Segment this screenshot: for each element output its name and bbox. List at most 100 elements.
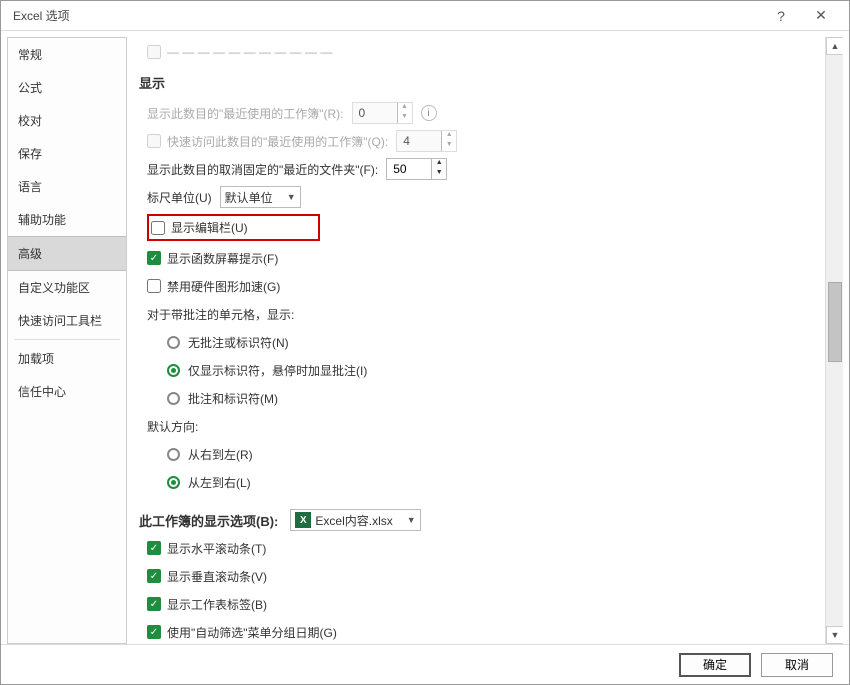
row-autofilter-dates: ✓ 使用"自动筛选"菜单分组日期(G): [147, 621, 813, 643]
options-dialog: Excel 选项 ? ✕ 常规 公式 校对 保存 语言 辅助功能 高级 自定义功…: [0, 0, 850, 685]
workbook-display-header-row: 此工作簿的显示选项(B): X Excel内容.xlsx ▼: [139, 509, 813, 531]
scroll-thumb[interactable]: [828, 282, 842, 362]
row-hscroll: ✓ 显示水平滚动条(T): [147, 537, 813, 559]
row-quick-access-recent: 快速访问此数目的"最近使用的工作簿"(Q): ▲▼: [147, 130, 813, 152]
spinner-up-icon[interactable]: ▲: [432, 159, 446, 169]
func-tooltip-checkbox[interactable]: ✓: [147, 251, 161, 265]
comments-header: 对于带批注的单元格，显示:: [147, 303, 813, 325]
sidebar-separator: [14, 339, 120, 340]
sidebar: 常规 公式 校对 保存 语言 辅助功能 高级 自定义功能区 快速访问工具栏 加载…: [7, 37, 127, 644]
chevron-down-icon: ▼: [287, 192, 296, 202]
spinner-down-icon: ▼: [398, 113, 412, 123]
ruler-units-dropdown[interactable]: 默认单位 ▼: [220, 186, 301, 208]
comments-none-label: 无批注或标识符(N): [188, 334, 289, 351]
formula-bar-checkbox[interactable]: [151, 221, 165, 235]
comments-both-label: 批注和标识符(M): [188, 390, 278, 407]
section-display-header: 显示: [139, 73, 813, 92]
recent-folders-input[interactable]: [387, 159, 431, 179]
hscroll-checkbox[interactable]: ✓: [147, 541, 161, 555]
radio-comments-indicator[interactable]: [167, 364, 180, 377]
dialog-footer: 确定 取消: [1, 644, 849, 684]
dialog-title: Excel 选项: [9, 7, 761, 24]
sidebar-item-advanced[interactable]: 高级: [8, 236, 126, 271]
workbook-dropdown[interactable]: X Excel内容.xlsx ▼: [290, 509, 420, 531]
hw-accel-label[interactable]: 禁用硬件图形加速(G): [167, 278, 280, 295]
quick-access-checkbox: [147, 134, 161, 148]
recent-folders-label: 显示此数目的取消固定的"最近的文件夹"(F):: [147, 161, 378, 178]
sidebar-item-quick-access[interactable]: 快速访问工具栏: [8, 304, 126, 337]
titlebar: Excel 选项 ? ✕: [1, 1, 849, 31]
quick-access-recent-label: 快速访问此数目的"最近使用的工作簿"(Q):: [167, 133, 388, 150]
workbook-file-name: Excel内容.xlsx: [315, 512, 392, 529]
ruler-units-value: 默认单位: [225, 189, 273, 206]
recent-folders-spinner[interactable]: ▲▼: [386, 158, 447, 180]
func-tooltip-label[interactable]: 显示函数屏幕提示(F): [167, 250, 278, 267]
ruler-units-label: 标尺单位(U): [147, 189, 212, 206]
row-recent-workbooks: 显示此数目的"最近使用的工作簿"(R): ▲▼ i: [147, 102, 813, 124]
row-comments-none[interactable]: 无批注或标识符(N): [167, 331, 813, 353]
sidebar-item-language[interactable]: 语言: [8, 170, 126, 203]
truncated-top-row: ― ― ― ― ― ― ― ― ― ― ―: [139, 45, 813, 65]
content-panel: ― ― ― ― ― ― ― ― ― ― ― 显示 显示此数目的"最近使用的工作簿…: [135, 37, 843, 644]
recent-workbooks-input: [353, 103, 397, 123]
help-button[interactable]: ?: [761, 2, 801, 30]
scroll-area: ― ― ― ― ― ― ― ― ― ― ― 显示 显示此数目的"最近使用的工作簿…: [135, 37, 825, 644]
row-func-tooltip: ✓ 显示函数屏幕提示(F): [147, 247, 813, 269]
sidebar-item-save[interactable]: 保存: [8, 137, 126, 170]
autofilter-label[interactable]: 使用"自动筛选"菜单分组日期(G): [167, 624, 337, 641]
row-ruler-units: 标尺单位(U) 默认单位 ▼: [147, 186, 813, 208]
truncated-text: ― ― ― ― ― ― ― ― ― ― ―: [167, 45, 332, 59]
radio-direction-rtl[interactable]: [167, 448, 180, 461]
vscroll-label[interactable]: 显示垂直滚动条(V): [167, 568, 267, 585]
row-hw-accel: 禁用硬件图形加速(G): [147, 275, 813, 297]
cancel-button[interactable]: 取消: [761, 653, 833, 677]
hscroll-label[interactable]: 显示水平滚动条(T): [167, 540, 266, 557]
sidebar-item-addins[interactable]: 加载项: [8, 342, 126, 375]
dialog-body: 常规 公式 校对 保存 语言 辅助功能 高级 自定义功能区 快速访问工具栏 加载…: [1, 31, 849, 644]
radio-comments-none[interactable]: [167, 336, 180, 349]
direction-rtl-label: 从右到左(R): [188, 446, 253, 463]
row-recent-folders: 显示此数目的取消固定的"最近的文件夹"(F): ▲▼: [147, 158, 813, 180]
sidebar-item-general[interactable]: 常规: [8, 38, 126, 71]
autofilter-checkbox[interactable]: ✓: [147, 625, 161, 639]
formula-bar-label[interactable]: 显示编辑栏(U): [171, 219, 248, 236]
chevron-down-icon: ▼: [407, 515, 416, 525]
row-direction-rtl[interactable]: 从右到左(R): [167, 443, 813, 465]
sidebar-item-proofing[interactable]: 校对: [8, 104, 126, 137]
sheet-tabs-label[interactable]: 显示工作表标签(B): [167, 596, 267, 613]
radio-direction-ltr[interactable]: [167, 476, 180, 489]
spinner-up-icon: ▲: [398, 103, 412, 113]
spinner-down-icon: ▼: [442, 141, 456, 151]
hw-accel-checkbox[interactable]: [147, 279, 161, 293]
spinner-down-icon[interactable]: ▼: [432, 169, 446, 179]
sidebar-item-customize-ribbon[interactable]: 自定义功能区: [8, 271, 126, 304]
recent-workbooks-label: 显示此数目的"最近使用的工作簿"(R):: [147, 105, 344, 122]
workbook-display-header: 此工作簿的显示选项(B):: [139, 511, 278, 530]
truncated-checkbox: [147, 45, 161, 59]
sheet-tabs-checkbox[interactable]: ✓: [147, 597, 161, 611]
sidebar-item-formulas[interactable]: 公式: [8, 71, 126, 104]
scroll-down-button[interactable]: ▼: [826, 626, 843, 644]
radio-comments-both[interactable]: [167, 392, 180, 405]
highlight-annotation: 显示编辑栏(U): [147, 214, 320, 241]
sidebar-item-trust-center[interactable]: 信任中心: [8, 375, 126, 408]
row-comments-both[interactable]: 批注和标识符(M): [167, 387, 813, 409]
ok-button[interactable]: 确定: [679, 653, 751, 677]
row-direction-ltr[interactable]: 从左到右(L): [167, 471, 813, 493]
close-button[interactable]: ✕: [801, 2, 841, 30]
quick-access-input: [397, 131, 441, 151]
vertical-scrollbar[interactable]: ▲ ▼: [825, 37, 843, 644]
row-vscroll: ✓ 显示垂直滚动条(V): [147, 565, 813, 587]
spinner-up-icon: ▲: [442, 131, 456, 141]
direction-ltr-label: 从左到右(L): [188, 474, 251, 491]
vscroll-checkbox[interactable]: ✓: [147, 569, 161, 583]
comments-indicator-label: 仅显示标识符，悬停时加显批注(I): [188, 362, 367, 379]
scroll-up-button[interactable]: ▲: [826, 37, 843, 55]
quick-access-spinner: ▲▼: [396, 130, 457, 152]
row-comments-indicator[interactable]: 仅显示标识符，悬停时加显批注(I): [167, 359, 813, 381]
sidebar-item-accessibility[interactable]: 辅助功能: [8, 203, 126, 236]
row-formula-bar: 显示编辑栏(U): [147, 214, 813, 241]
recent-workbooks-spinner: ▲▼: [352, 102, 413, 124]
info-icon[interactable]: i: [421, 105, 437, 121]
row-sheet-tabs: ✓ 显示工作表标签(B): [147, 593, 813, 615]
